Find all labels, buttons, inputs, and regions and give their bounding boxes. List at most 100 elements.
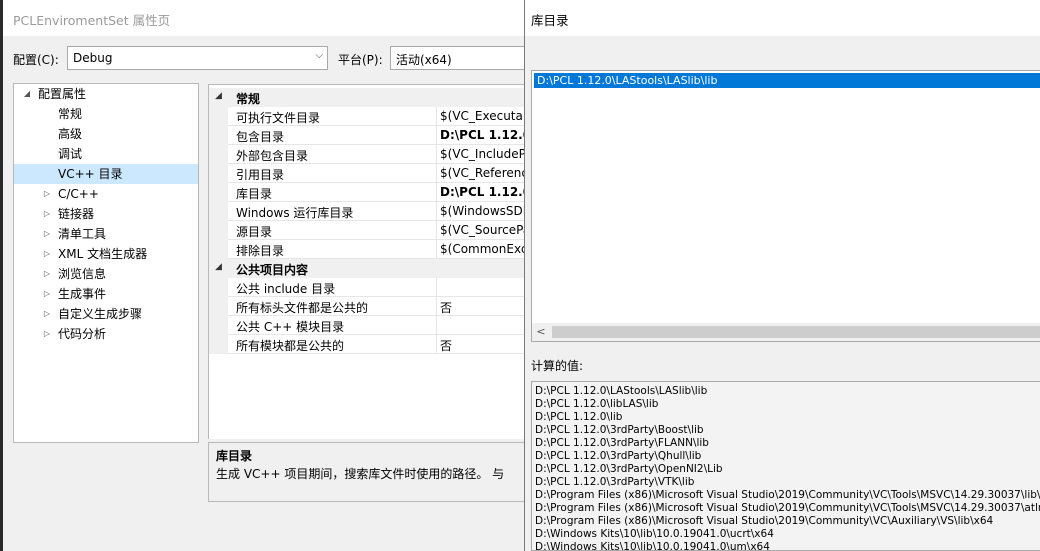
- collapsed-triangle-icon[interactable]: ▷: [42, 184, 52, 204]
- category-label: 常规: [236, 92, 261, 106]
- config-combo[interactable]: Debug ⌵: [67, 46, 328, 70]
- property-name: 可执行文件目录: [236, 111, 321, 125]
- property-value: $(CommonExc: [440, 242, 524, 256]
- computed-value-line: D:\PCL 1.12.0\3rdParty\OpenNI2\Lib: [535, 463, 723, 475]
- tree-item-label: 链接器: [58, 207, 95, 221]
- window-edge: [0, 0, 3, 551]
- computed-values-list[interactable]: D:\PCL 1.12.0\LAStools\LASlib\lib D:\PCL…: [531, 381, 1040, 551]
- expanded-triangle-icon: ◢: [23, 89, 31, 98]
- dialog-title: 库目录: [531, 13, 569, 28]
- scrollbar-thumb[interactable]: [552, 326, 1040, 338]
- tree-item-custom-build-step[interactable]: ▷ 自定义生成步骤: [14, 304, 198, 324]
- tree-item-label: 生成事件: [58, 287, 107, 301]
- computed-value-line: D:\PCL 1.12.0\3rdParty\FLANN\lib: [535, 437, 709, 449]
- collapsed-triangle-icon[interactable]: ▷: [42, 244, 52, 264]
- grid-row-reference-dirs[interactable]: 引用目录 $(VC_Referenc: [209, 164, 524, 183]
- chevron-left-icon[interactable]: <: [532, 323, 550, 341]
- platform-label: 平台(P):: [338, 53, 383, 67]
- collapsed-triangle-icon[interactable]: ▷: [42, 204, 52, 224]
- tree-item-vc-directories[interactable]: VC++ 目录: [14, 164, 198, 184]
- directory-list-item[interactable]: D:\PCL 1.12.0\LAStools\LASlib\lib: [534, 73, 1040, 88]
- property-tree[interactable]: ◢ 配置属性 常规 高级 调试 VC++ 目录 ▷ C/C++ ▷ 链接器 ▷ …: [13, 83, 199, 443]
- property-name: 公共 include 目录: [236, 282, 336, 296]
- property-name: 库目录: [236, 187, 273, 201]
- tree-item-build-events[interactable]: ▷ 生成事件: [14, 284, 198, 304]
- computed-value-line: D:\PCL 1.12.0\3rdParty\VTK\lib: [535, 476, 695, 488]
- grid-row-source-dirs[interactable]: 源目录 $(VC_SourcePa: [209, 221, 524, 240]
- grid-row-winrt-library-dirs[interactable]: Windows 运行库目录 $(WindowsSDK: [209, 202, 524, 221]
- grid-row-public-module-dirs[interactable]: 公共 C++ 模块目录: [209, 316, 524, 335]
- property-value: $(WindowsSDK: [440, 204, 524, 218]
- tree-item-debugging[interactable]: 调试: [14, 144, 198, 164]
- property-name: 所有标头文件都是公共的: [236, 301, 369, 315]
- property-name: 外部包含目录: [236, 149, 309, 163]
- computed-value-line: D:\PCL 1.12.0\libLAS\lib: [535, 398, 659, 410]
- grid-row-all-modules-public[interactable]: 所有模块都是公共的 否: [209, 335, 524, 354]
- grid-row-exclude-dirs[interactable]: 排除目录 $(CommonExc: [209, 240, 524, 259]
- dialog-titlebar: 库目录: [525, 0, 1040, 36]
- horizontal-scrollbar[interactable]: <: [532, 323, 1040, 341]
- tree-item-label: VC++ 目录: [58, 167, 123, 181]
- collapsed-triangle-icon[interactable]: ▷: [42, 264, 52, 284]
- tree-item-linker[interactable]: ▷ 链接器: [14, 204, 198, 224]
- tree-item-label: 清单工具: [58, 227, 107, 241]
- computed-value-line: D:\Windows Kits\10\lib\10.0.19041.0\um\x…: [535, 541, 770, 551]
- tree-item-cpp[interactable]: ▷ C/C++: [14, 184, 198, 204]
- platform-combo[interactable]: 活动(x64): [390, 46, 524, 70]
- grid-row-public-include-dirs[interactable]: 公共 include 目录: [209, 278, 524, 297]
- collapsed-triangle-icon[interactable]: ▷: [42, 304, 52, 324]
- chevron-down-icon: ⌵: [315, 50, 323, 61]
- tree-item-advanced[interactable]: 高级: [14, 124, 198, 144]
- computed-value-line: D:\PCL 1.12.0\lib: [535, 411, 623, 423]
- property-name: 包含目录: [236, 130, 285, 144]
- tree-item-label: 常规: [58, 107, 83, 121]
- tree-item-label: 自定义生成步骤: [58, 307, 143, 321]
- grid-category-public-project[interactable]: ◢ 公共项目内容: [209, 259, 524, 278]
- collapsed-triangle-icon[interactable]: ▷: [42, 324, 52, 344]
- description-text: 生成 VC++ 项目期间，搜索库文件时使用的路径。 与: [216, 467, 505, 481]
- category-label: 公共项目内容: [236, 263, 309, 277]
- config-label: 配置(C):: [13, 53, 59, 67]
- tree-item-label: 调试: [58, 147, 83, 161]
- expanded-triangle-icon[interactable]: ◢: [215, 262, 222, 272]
- collapsed-triangle-icon[interactable]: ▷: [42, 224, 52, 244]
- property-value: $(VC_IncludePa: [440, 147, 524, 161]
- grid-row-all-headers-public[interactable]: 所有标头文件都是公共的 否: [209, 297, 524, 316]
- property-name: 排除目录: [236, 244, 285, 258]
- tree-item-label: 高级: [58, 127, 83, 141]
- computed-value-line: D:\Program Files (x86)\Microsoft Visual …: [535, 515, 994, 527]
- titlebar: PCLEnviromentSet 属性页: [3, 0, 524, 36]
- computed-value-line: D:\Windows Kits\10\lib\10.0.19041.0\ucrt…: [535, 528, 774, 540]
- computed-value-line: D:\PCL 1.12.0\LAStools\LASlib\lib: [535, 385, 708, 397]
- tree-item-code-analysis[interactable]: ▷ 代码分析: [14, 324, 198, 344]
- property-pages-window: PCLEnviromentSet 属性页 配置(C): Debug ⌵ 平台(P…: [0, 0, 524, 551]
- collapsed-triangle-icon[interactable]: ▷: [42, 284, 52, 304]
- property-value: 否: [440, 301, 453, 315]
- property-name: 公共 C++ 模块目录: [236, 320, 345, 334]
- property-name: 源目录: [236, 225, 273, 239]
- property-value: $(VC_Referenc: [440, 166, 524, 180]
- grid-row-include-dirs[interactable]: 包含目录 D:\PCL 1.12.0\: [209, 126, 524, 145]
- tree-item-config-properties[interactable]: ◢ 配置属性: [14, 84, 198, 104]
- tree-item-label: 配置属性: [38, 87, 87, 101]
- property-name: 所有模块都是公共的: [236, 339, 345, 353]
- description-title: 库目录: [216, 449, 253, 463]
- grid-row-executable-dirs[interactable]: 可执行文件目录 $(VC_Executab: [209, 107, 524, 126]
- property-value: D:\PCL 1.12.0\: [440, 128, 524, 142]
- tree-item-browse-info[interactable]: ▷ 浏览信息: [14, 264, 198, 284]
- tree-item-general[interactable]: 常规: [14, 104, 198, 124]
- tree-item-xml-doc[interactable]: ▷ XML 文档生成器: [14, 244, 198, 264]
- computed-value-line: D:\Program Files (x86)\Microsoft Visual …: [535, 502, 1040, 514]
- expanded-triangle-icon[interactable]: ◢: [215, 91, 222, 101]
- grid-category-general[interactable]: ◢ 常规: [209, 88, 524, 107]
- property-value: D:\PCL 1.12.0\: [440, 185, 524, 199]
- property-value: $(VC_SourcePa: [440, 223, 524, 237]
- property-grid[interactable]: ◢ 常规 可执行文件目录 $(VC_Executab 包含目录 D:\PCL 1…: [208, 84, 524, 439]
- grid-row-external-include-dirs[interactable]: 外部包含目录 $(VC_IncludePa: [209, 145, 524, 164]
- property-value: 否: [440, 339, 453, 353]
- grid-row-library-dirs[interactable]: 库目录 D:\PCL 1.12.0\: [209, 183, 524, 202]
- tree-item-label: C/C++: [58, 187, 99, 201]
- tree-item-label: 代码分析: [58, 327, 107, 341]
- directory-list[interactable]: D:\PCL 1.12.0\LAStools\LASlib\lib <: [531, 70, 1040, 342]
- tree-item-manifest-tool[interactable]: ▷ 清单工具: [14, 224, 198, 244]
